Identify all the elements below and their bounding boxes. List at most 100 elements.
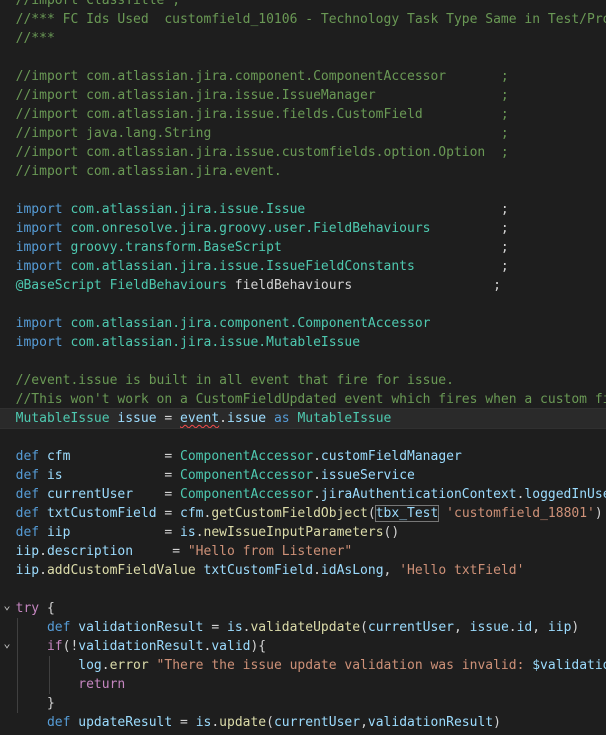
code-token: import bbox=[0, 221, 71, 236]
code-line[interactable]: //*** FC Ids Used customfield_10106 - Te… bbox=[0, 10, 606, 29]
code-token: updateResult bbox=[78, 715, 173, 730]
code-line[interactable]: //import java.lang.String ; bbox=[0, 124, 509, 143]
code-token: ) bbox=[571, 620, 580, 635]
code-token: ) bbox=[594, 506, 603, 521]
code-line[interactable]: if(!validationResult.valid){ bbox=[0, 637, 266, 656]
code-line[interactable]: //import com.atlassian.jira.issue.fields… bbox=[0, 105, 509, 124]
code-line[interactable]: //This won't work on a CustomFieldUpdate… bbox=[0, 390, 606, 409]
code-token: def bbox=[0, 506, 47, 521]
code-token: //This won't work on a CustomFieldUpdate… bbox=[0, 392, 606, 407]
code-line[interactable]: import com.atlassian.jira.component.Comp… bbox=[0, 314, 431, 333]
code-token: def bbox=[0, 468, 47, 483]
code-token: = bbox=[156, 506, 181, 521]
code-line[interactable]: def cfm = ComponentAccessor.customFieldM… bbox=[0, 447, 462, 466]
code-line[interactable]: //import com.atlassian.jira.issue.IssueM… bbox=[0, 86, 509, 105]
code-token: = bbox=[203, 620, 227, 635]
code-token: cfm bbox=[46, 449, 71, 464]
code-line[interactable]: //import com.atlassian.jira.issue.custom… bbox=[0, 143, 509, 162]
code-token: issue bbox=[117, 411, 157, 426]
indent-guide bbox=[17, 618, 18, 713]
code-token: is bbox=[46, 468, 63, 483]
code-token: //import com.atlassian.jira.issue.IssueM… bbox=[0, 88, 509, 103]
code-token: event bbox=[180, 411, 220, 426]
code-token: as bbox=[266, 411, 298, 426]
code-token: //import java.lang.String ; bbox=[0, 126, 509, 141]
code-token: . bbox=[195, 525, 204, 540]
code-line[interactable]: def is = ComponentAccessor.issueService bbox=[0, 466, 415, 485]
code-line[interactable]: import com.atlassian.jira.issue.MutableI… bbox=[0, 333, 360, 352]
code-token: validationResult bbox=[78, 639, 204, 654]
code-token: //*** bbox=[0, 31, 55, 46]
code-line[interactable]: def updateResult = is.update(currentUser… bbox=[0, 713, 501, 732]
code-line[interactable]: iip.addCustomFieldValue txtCustomField.i… bbox=[0, 561, 525, 580]
code-token: "There the issue update validation was i… bbox=[156, 658, 533, 673]
code-token: = bbox=[133, 544, 188, 559]
code-token: FieldBehaviours bbox=[109, 278, 227, 293]
code-token: } bbox=[0, 696, 55, 711]
code-token: def bbox=[0, 525, 47, 540]
code-line[interactable]: //import com.atlassian.jira.component.Co… bbox=[0, 67, 509, 86]
code-token: ( bbox=[266, 715, 274, 730]
code-token: ){ bbox=[250, 639, 267, 654]
code-token: customFieldManager bbox=[320, 449, 462, 464]
code-line[interactable]: //event.issue is built in all event that… bbox=[0, 371, 454, 390]
code-token: com.atlassian.jira.issue.MutableIssue bbox=[70, 335, 361, 350]
code-token: idAsLong bbox=[320, 563, 384, 578]
code-token: import bbox=[0, 259, 71, 274]
code-line[interactable]: def currentUser = ComponentAccessor.jira… bbox=[0, 485, 606, 504]
code-line[interactable]: //import com.atlassian.jira.event. bbox=[0, 162, 282, 181]
code-token: 'customfield_18801' bbox=[446, 506, 595, 521]
code-token: issue bbox=[469, 620, 509, 635]
code-token: . bbox=[39, 563, 47, 578]
code-token: ( bbox=[360, 620, 368, 635]
code-token: ClassTitle bbox=[86, 0, 165, 8]
code-token: error bbox=[109, 658, 149, 673]
code-token: //import com.atlassian.jira.event. bbox=[0, 164, 282, 179]
code-token: is bbox=[180, 525, 196, 540]
code-token: = bbox=[172, 715, 196, 730]
code-token: valid bbox=[211, 639, 251, 654]
code-token: com.atlassian.jira.issue.IssueFieldConst… bbox=[70, 259, 415, 274]
code-token: , bbox=[383, 563, 400, 578]
code-line[interactable]: def txtCustomField = cfm.getCustomFieldO… bbox=[0, 504, 603, 523]
code-line[interactable]: //import ClassTitle ; bbox=[0, 0, 180, 10]
code-token: @BaseScript bbox=[0, 278, 110, 293]
code-token: //import com.atlassian.jira.issue.custom… bbox=[0, 145, 509, 160]
code-token: //*** FC Ids Used customfield_10106 - Te… bbox=[0, 12, 606, 27]
code-token: issueService bbox=[320, 468, 415, 483]
code-editor[interactable]: //import ClassTitle ; //*** FC Ids Used … bbox=[0, 0, 606, 735]
code-line[interactable]: return bbox=[0, 675, 125, 694]
code-line[interactable]: def validationResult = is. validateUpdate… bbox=[0, 618, 579, 637]
code-line[interactable]: log.error "There the issue update valida… bbox=[0, 656, 606, 675]
code-line[interactable]: import com.atlassian.jira.issue.IssueFie… bbox=[0, 257, 509, 276]
chevron-down-icon[interactable]: ⌄ bbox=[0, 637, 14, 656]
code-token: = bbox=[70, 449, 181, 464]
code-line[interactable]: @BaseScript FieldBehaviours fieldBehavio… bbox=[0, 276, 501, 295]
code-token: id bbox=[516, 620, 533, 635]
code-line[interactable]: import com.onresolve.jira.groovy.user.Fi… bbox=[0, 219, 509, 238]
code-token: ComponentAccessor bbox=[180, 487, 314, 502]
code-line[interactable]: def iip = is.newIssueInputParameters() bbox=[0, 523, 400, 542]
code-token: import bbox=[0, 202, 71, 217]
code-token: tbx_Test bbox=[374, 505, 440, 522]
code-line[interactable]: iip.description = "Hello from Listener" bbox=[0, 542, 353, 561]
chevron-down-icon[interactable]: ⌄ bbox=[0, 599, 14, 618]
code-line[interactable]: import groovy.transform.BaseScript ; bbox=[0, 238, 509, 257]
code-line[interactable]: MutableIssue issue = event.issue as Muta… bbox=[0, 408, 606, 429]
code-token: , bbox=[532, 620, 548, 635]
code-token: txtCustomField bbox=[203, 563, 314, 578]
indent-guide bbox=[49, 656, 50, 694]
code-token: currentUser bbox=[273, 715, 361, 730]
code-token: log bbox=[0, 658, 102, 673]
code-line[interactable]: } bbox=[0, 694, 55, 713]
code-token: { bbox=[39, 601, 55, 616]
code-line[interactable]: //*** bbox=[0, 29, 55, 48]
code-token: = bbox=[70, 525, 181, 540]
code-token: , bbox=[360, 715, 368, 730]
code-token: import bbox=[0, 316, 71, 331]
code-token: ComponentAccessor bbox=[180, 449, 314, 464]
code-token: com.atlassian.jira.component.ComponentAc… bbox=[70, 316, 431, 331]
code-line[interactable]: import com.atlassian.jira.issue.Issue ; bbox=[0, 200, 509, 219]
